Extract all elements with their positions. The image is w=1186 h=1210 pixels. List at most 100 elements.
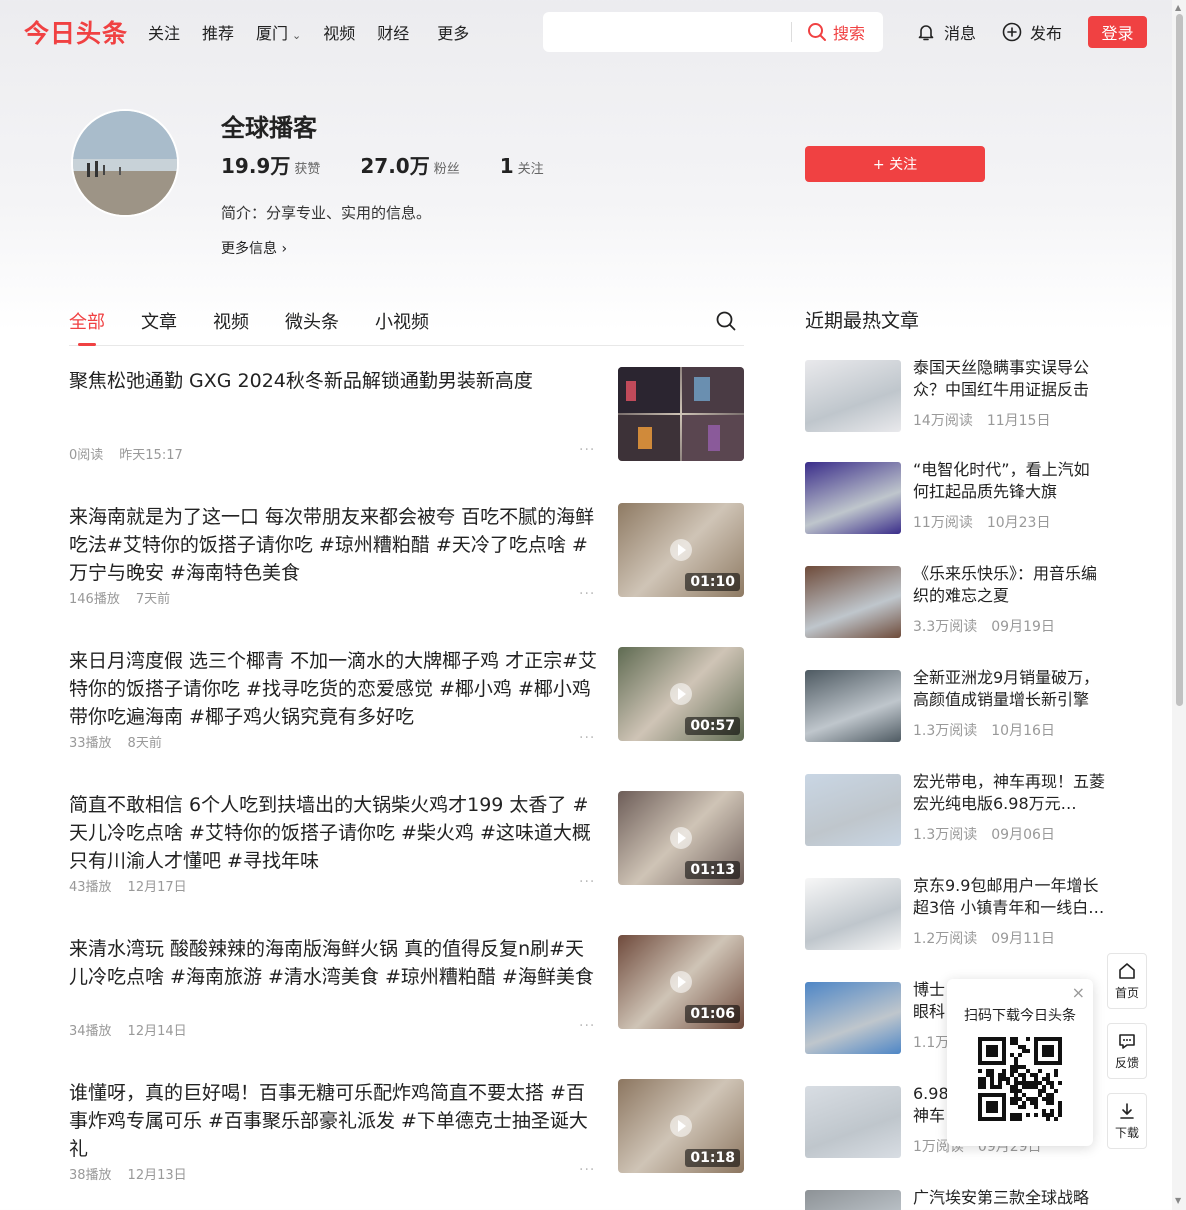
more-options-icon[interactable]: ···: [579, 1018, 595, 1034]
tab-videos[interactable]: 视频: [213, 308, 249, 334]
feed-item-thumbnail[interactable]: 01:10: [618, 503, 744, 597]
hot-article-title[interactable]: 宏光带电，神车再现！五菱宏光纯电版6.98万元…: [913, 771, 1105, 815]
hot-article-item[interactable]: 泰国天丝隐瞒事实误导公众？中国红牛用证据反击 14万阅读 11月15日: [805, 357, 1105, 440]
feed-item[interactable]: 聚焦松弛通勤 GXG 2024秋冬新品解锁通勤男装新高度 0阅读 昨天15:17 ··…: [69, 367, 744, 487]
hot-article-date: 10月16日: [991, 723, 1055, 739]
feed-item-title[interactable]: 简直不敢相信 6个人吃到扶墙出的大锅柴火鸡才199 太香了 #天儿冷吃点啥 #艾…: [69, 791, 599, 875]
hot-article-title-text: 宏光带电，神车再现！五菱宏光纯电版6.98万元…: [913, 772, 1105, 813]
nav-item-more[interactable]: 更多: [437, 20, 469, 44]
publish-button[interactable]: 发布: [1002, 20, 1062, 44]
hot-article-thumbnail[interactable]: [805, 462, 901, 534]
qr-download-popup: × 扫码下载今日头条: [947, 979, 1093, 1146]
more-info-label: 更多信息: [221, 241, 277, 257]
hot-article-date: 09月06日: [991, 827, 1055, 843]
messages-button[interactable]: 消息: [916, 20, 976, 44]
feed-item-meta: 0阅读 昨天15:17: [69, 444, 199, 463]
nav-item-video[interactable]: 视频: [323, 20, 355, 44]
feed-item-thumbnail[interactable]: 01:18: [618, 1079, 744, 1173]
play-icon: [670, 827, 692, 849]
scrollbar-thumb[interactable]: [1176, 14, 1183, 706]
feed-item[interactable]: 来日月湾度假 选三个椰青 不加一滴水的大牌椰子鸡 才正宗#艾特你的饭搭子请你吃 …: [69, 647, 744, 767]
feed-item-time: 12月14日: [127, 1024, 187, 1039]
feed-item-stat: 43播放: [69, 880, 112, 895]
bell-icon: [918, 25, 934, 41]
hot-article-title[interactable]: 京东9.9包邮用户一年增长超3倍 小镇青年和一线白…: [913, 875, 1105, 919]
nav-item-recommend[interactable]: 推荐: [202, 20, 234, 44]
nav-item-follow[interactable]: 关注: [148, 20, 180, 44]
more-options-icon[interactable]: ···: [579, 874, 595, 890]
search-button[interactable]: 搜索: [807, 21, 865, 43]
hot-article-thumbnail[interactable]: [805, 1086, 901, 1158]
tab-all[interactable]: 全部: [69, 308, 105, 334]
scroll-down-arrow-icon[interactable]: ▼: [1175, 1196, 1181, 1205]
search-input[interactable]: [543, 12, 791, 52]
nav-item-finance[interactable]: 财经: [377, 20, 409, 44]
hot-article-item[interactable]: 广汽埃安第三款全球战略: [805, 1187, 1105, 1210]
feed-item-thumbnail[interactable]: [618, 367, 744, 461]
hot-article-meta: 14万阅读 11月15日: [913, 410, 1064, 430]
fans-stat[interactable]: 27.0万 粉丝: [360, 150, 459, 179]
hot-article-thumbnail[interactable]: [805, 360, 901, 432]
hot-article-title-text: 博士: [913, 980, 946, 999]
hot-article-title[interactable]: “电智化时代”，看上汽如何扛起品质先锋大旗: [913, 459, 1105, 503]
hot-article-date: 10月23日: [986, 515, 1051, 531]
search-divider: [791, 22, 792, 42]
feed-item[interactable]: 谁懂呀，真的巨好喝！百事无糖可乐配炸鸡简直不要太搭 #百事炸鸡专属可乐 #百事聚…: [69, 1079, 744, 1199]
feed-item[interactable]: 简直不敢相信 6个人吃到扶墙出的大锅柴火鸡才199 太香了 #天儿冷吃点啥 #艾…: [69, 791, 744, 911]
feed-item-meta: 38播放 12月13日: [69, 1164, 203, 1183]
feed-item-title[interactable]: 来海南就是为了这一口 每次带朋友来都会被夸 百吃不腻的海鲜吃法#艾特你的饭搭子请…: [69, 503, 599, 587]
search-button-label: 搜索: [833, 24, 866, 43]
feed-item-thumbnail[interactable]: 01:06: [618, 935, 744, 1029]
more-info-link[interactable]: 更多信息 ›: [221, 238, 287, 258]
tab-micro-posts[interactable]: 微头条: [285, 308, 339, 334]
hot-article-item[interactable]: 宏光带电，神车再现！五菱宏光纯电版6.98万元… 1.3万阅读 09月06日: [805, 771, 1105, 854]
hot-article-thumbnail[interactable]: [805, 774, 901, 846]
feed-item-stat: 146播放: [69, 592, 120, 607]
hot-article-thumbnail[interactable]: [805, 982, 901, 1054]
hot-article-thumbnail[interactable]: [805, 566, 901, 638]
hot-article-item[interactable]: “电智化时代”，看上汽如何扛起品质先锋大旗 11万阅读 10月23日: [805, 459, 1105, 542]
qr-code-image: [978, 1037, 1062, 1121]
hot-article-title[interactable]: 《乐来乐快乐》：用音乐编织的难忘之夏: [913, 563, 1105, 607]
following-stat[interactable]: 1 关注: [500, 154, 544, 178]
feed-item-title[interactable]: 聚焦松弛通勤 GXG 2024秋冬新品解锁通勤男装新高度: [69, 367, 599, 395]
home-icon: [1119, 962, 1135, 979]
hot-article-reads: 1.2万阅读: [913, 931, 978, 947]
hot-article-thumbnail[interactable]: [805, 878, 901, 950]
hot-article-title[interactable]: 广汽埃安第三款全球战略: [913, 1187, 1105, 1209]
search-icon[interactable]: [715, 310, 737, 332]
hot-article-item[interactable]: 全新亚洲龙9月销量破万，高颜值成销量增长新引擎 1.3万阅读 10月16日: [805, 667, 1105, 750]
close-icon[interactable]: ×: [1072, 983, 1085, 1002]
feed-item-title[interactable]: 来日月湾度假 选三个椰青 不加一滴水的大牌椰子鸡 才正宗#艾特你的饭搭子请你吃 …: [69, 647, 599, 731]
logo[interactable]: 今日头条: [24, 14, 128, 50]
hot-article-thumbnail[interactable]: [805, 670, 901, 742]
more-options-icon[interactable]: ···: [579, 1162, 595, 1178]
feed-item-title[interactable]: 谁懂呀，真的巨好喝！百事无糖可乐配炸鸡简直不要太搭 #百事炸鸡专属可乐 #百事聚…: [69, 1079, 599, 1163]
hot-article-item[interactable]: 京东9.9包邮用户一年增长超3倍 小镇青年和一线白… 1.2万阅读 09月11日: [805, 875, 1105, 958]
follow-button[interactable]: + 关注: [805, 146, 985, 182]
nav-item-city[interactable]: 厦门 ⌄: [256, 20, 301, 44]
login-button[interactable]: 登录: [1088, 16, 1147, 48]
tab-short-videos[interactable]: 小视频: [375, 308, 429, 334]
feed-item[interactable]: 来清水湾玩 酸酸辣辣的海南版海鲜火锅 真的值得反复n刷#天儿冷吃点啥 #海南旅游…: [69, 935, 744, 1055]
home-float-button[interactable]: 首页: [1107, 953, 1147, 1009]
hot-article-title-text: 6.98: [913, 1084, 949, 1103]
feed-item-thumbnail[interactable]: 01:13: [618, 791, 744, 885]
more-options-icon[interactable]: ···: [579, 442, 595, 458]
feed-item[interactable]: 来海南就是为了这一口 每次带朋友来都会被夸 百吃不腻的海鲜吃法#艾特你的饭搭子请…: [69, 503, 744, 623]
scroll-up-arrow-icon[interactable]: ▲: [1175, 3, 1181, 12]
hot-article-title[interactable]: 全新亚洲龙9月销量破万，高颜值成销量增长新引擎: [913, 667, 1105, 711]
hot-article-title[interactable]: 泰国天丝隐瞒事实误导公众？中国红牛用证据反击: [913, 357, 1105, 401]
hot-article-meta: 1.3万阅读 09月06日: [913, 824, 1069, 844]
feed-item-thumbnail[interactable]: 00:57: [618, 647, 744, 741]
feed-item-title[interactable]: 来清水湾玩 酸酸辣辣的海南版海鲜火锅 真的值得反复n刷#天儿冷吃点啥 #海南旅游…: [69, 935, 599, 991]
more-options-icon[interactable]: ···: [579, 730, 595, 746]
hot-article-thumbnail[interactable]: [805, 1190, 901, 1210]
tab-articles[interactable]: 文章: [141, 308, 177, 334]
more-options-icon[interactable]: ···: [579, 586, 595, 602]
hot-article-reads: 14万阅读: [913, 413, 973, 429]
download-float-button[interactable]: 下载: [1107, 1093, 1147, 1149]
hot-article-item[interactable]: 《乐来乐快乐》：用音乐编织的难忘之夏 3.3万阅读 09月19日: [805, 563, 1105, 646]
feed-item-stat: 0阅读: [69, 448, 104, 463]
feedback-float-button[interactable]: 反馈: [1107, 1023, 1147, 1079]
